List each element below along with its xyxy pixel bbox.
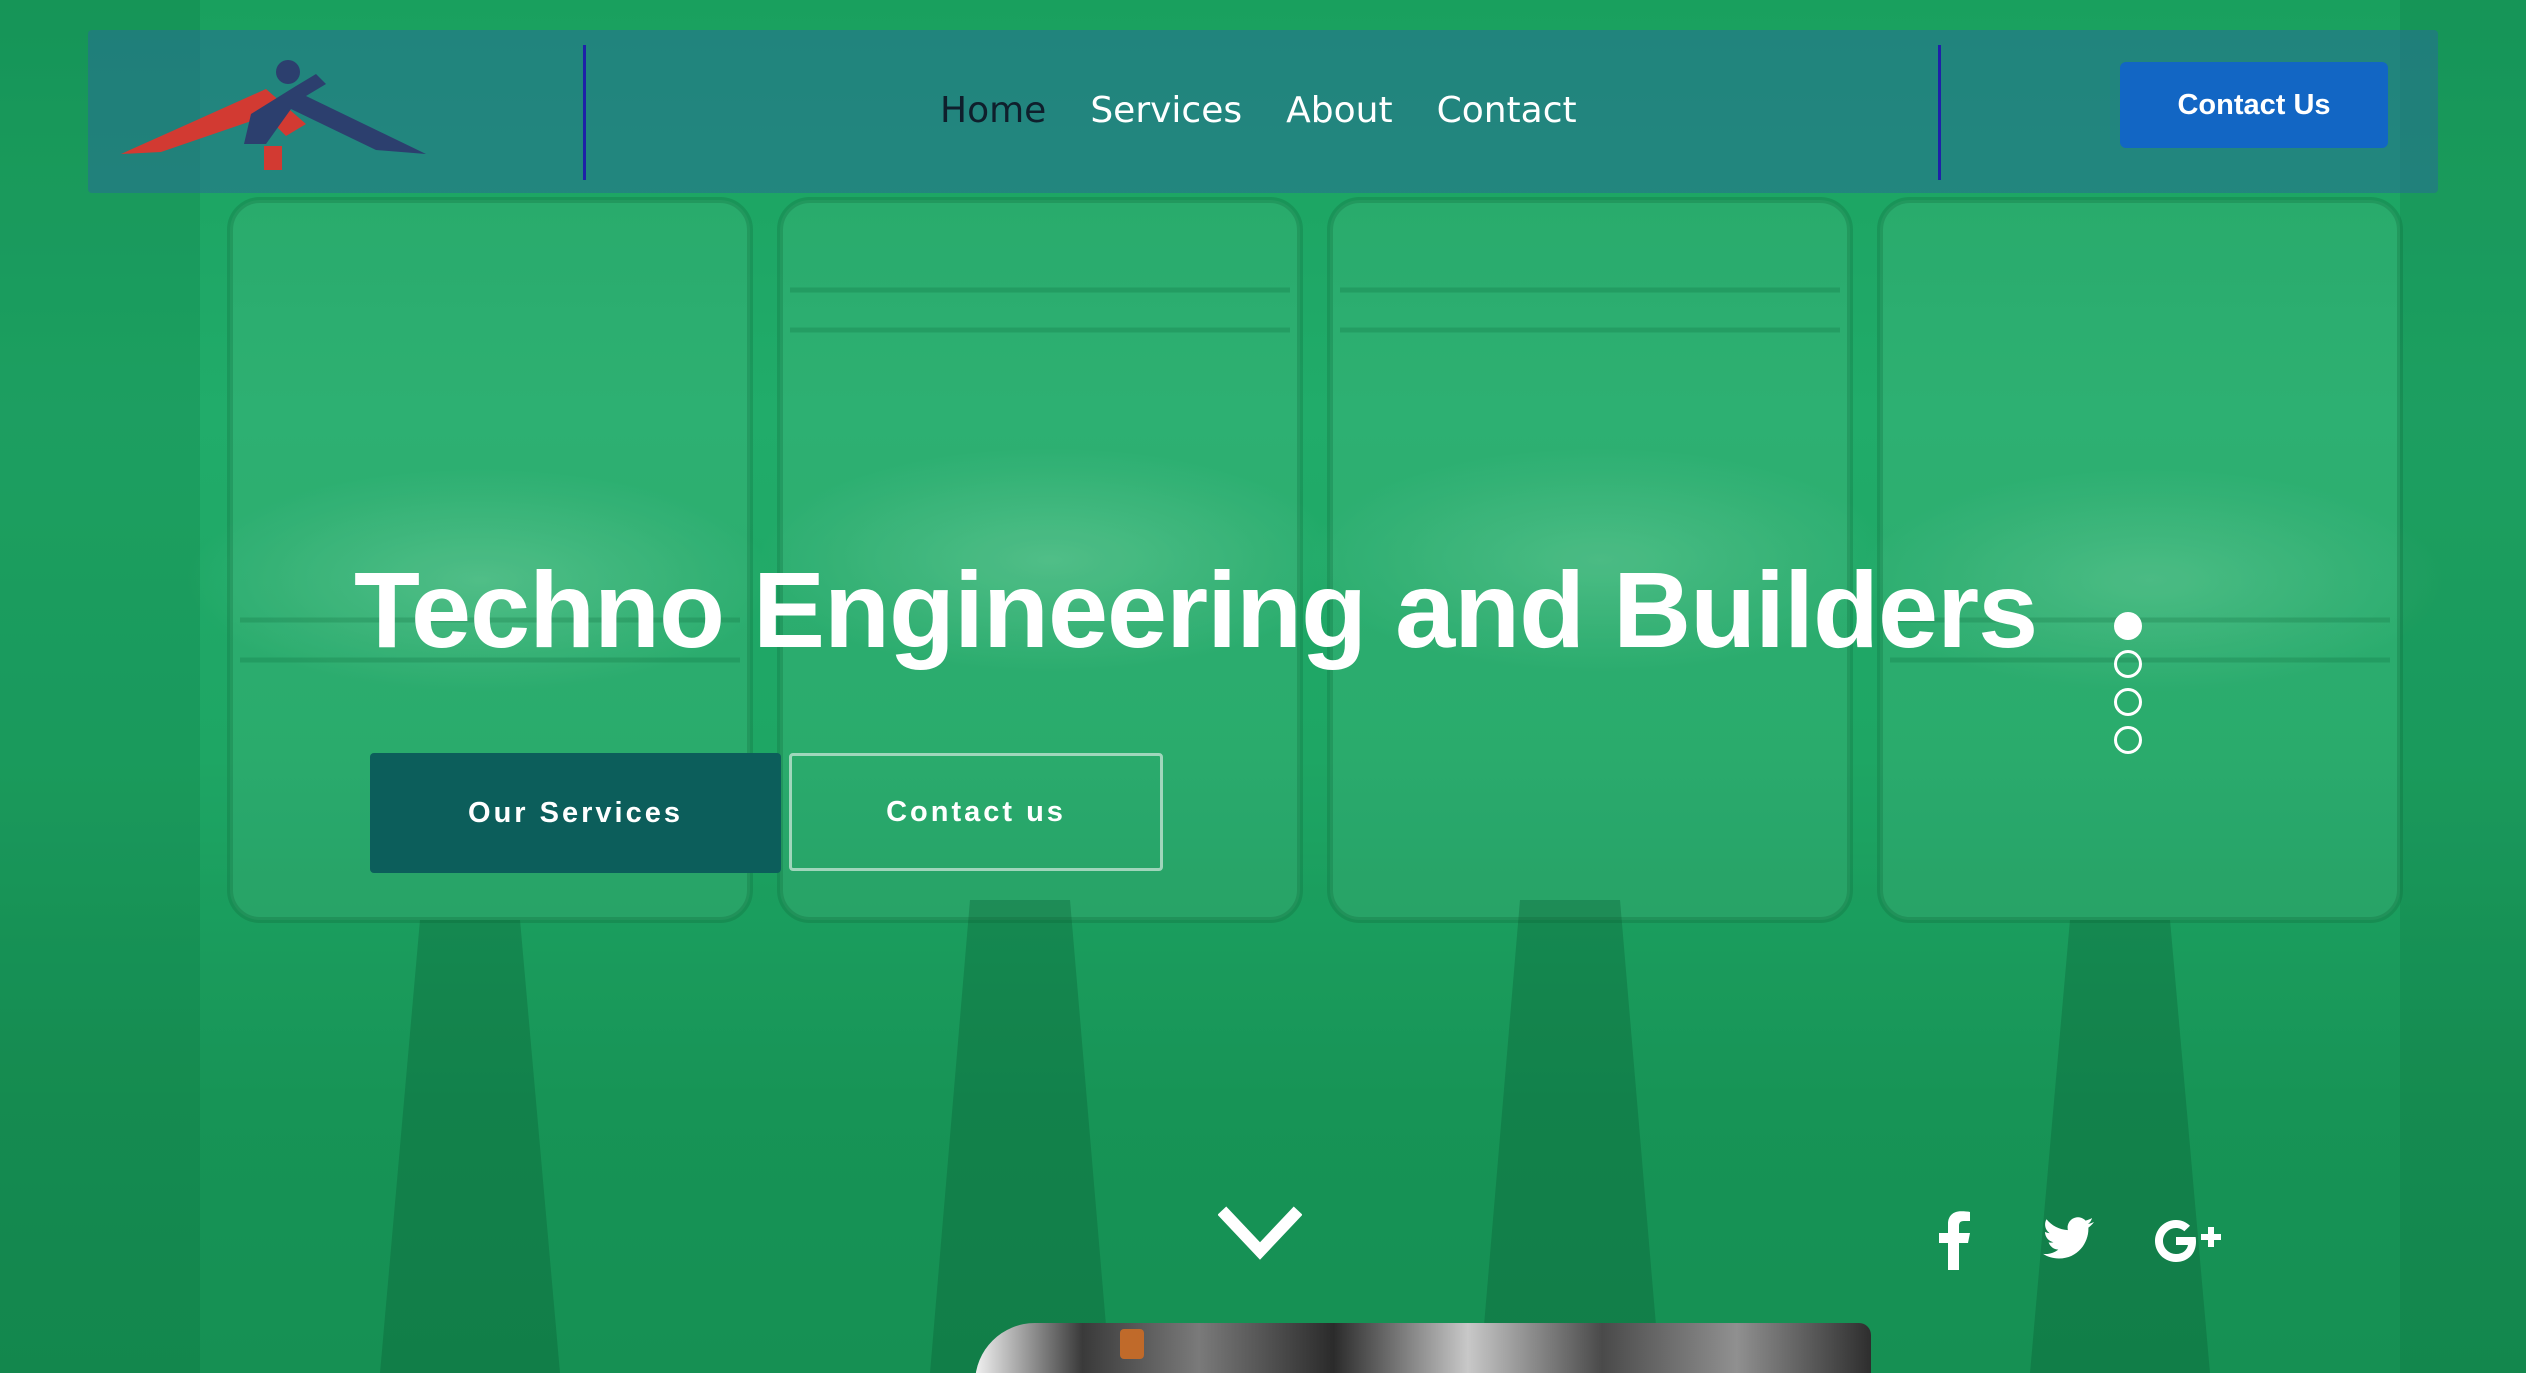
hero-title: Techno Engineering and Builders <box>354 549 2038 670</box>
slider-dot-4[interactable] <box>2114 726 2142 754</box>
company-logo[interactable] <box>116 54 436 174</box>
contact-us-button[interactable]: Contact us <box>789 753 1163 871</box>
main-nav: Home Services About Contact <box>940 86 1577 136</box>
header-divider-left <box>583 45 586 180</box>
slider-dot-2[interactable] <box>2114 650 2142 678</box>
nav-item-services[interactable]: Services <box>1090 86 1242 136</box>
hero-color-overlay <box>0 0 2526 1373</box>
card-image-detail <box>1120 1329 1144 1359</box>
nav-item-about[interactable]: About <box>1286 86 1392 136</box>
nav-item-contact[interactable]: Contact <box>1437 86 1577 136</box>
slider-pagination <box>2114 612 2142 754</box>
slider-dot-3[interactable] <box>2114 688 2142 716</box>
google-plus-icon[interactable] <box>2152 1210 2226 1270</box>
our-services-button[interactable]: Our Services <box>370 753 781 873</box>
slider-dot-1[interactable] <box>2114 612 2142 640</box>
nav-item-home[interactable]: Home <box>940 86 1046 136</box>
contact-us-header-button[interactable]: Contact Us <box>2120 62 2388 148</box>
featured-image-card <box>975 1323 1871 1373</box>
chevron-down-icon[interactable] <box>1218 1205 1302 1265</box>
header-divider-right <box>1938 45 1941 180</box>
facebook-icon[interactable] <box>1936 1210 1972 1270</box>
site-header: Home Services About Contact Contact Us <box>88 30 2438 193</box>
twitter-icon[interactable] <box>2042 1210 2096 1270</box>
